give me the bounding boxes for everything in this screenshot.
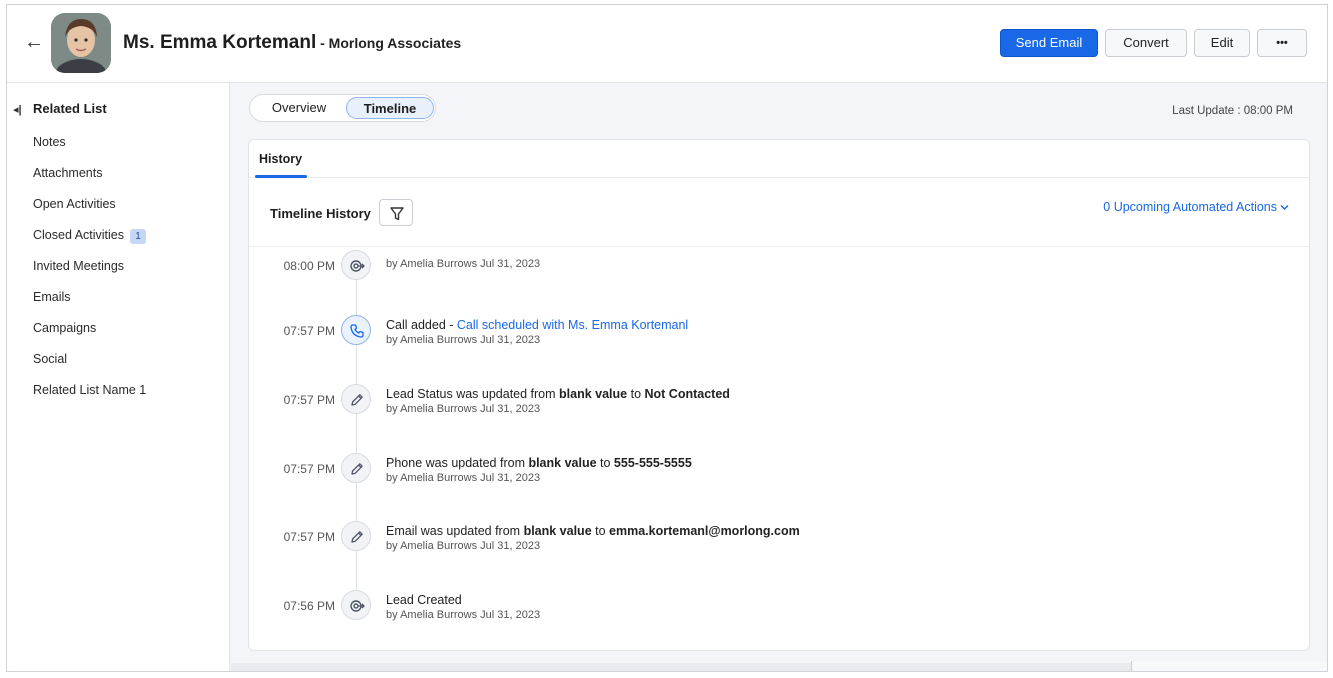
sidebar-item-invited-meetings[interactable]: Invited Meetings [33, 259, 124, 273]
entry-text: to [627, 387, 645, 401]
timeline-entry: 08:00 PM by Amelia Burrows Jul 31, 2023 [249, 250, 1309, 296]
edit-button[interactable]: Edit [1194, 29, 1250, 57]
upcoming-actions-dropdown[interactable]: 0 Upcoming Automated Actions [1103, 200, 1289, 214]
entry-value: blank value [528, 456, 597, 470]
sidebar-item-label: Closed Activities [33, 228, 125, 242]
pencil-icon [341, 521, 371, 551]
phone-icon [341, 315, 371, 345]
filter-icon [390, 207, 404, 221]
view-switcher: Overview Timeline [249, 94, 436, 122]
pencil-icon [341, 453, 371, 483]
entry-author: by Amelia Burrows Jul 31, 2023 [386, 258, 541, 270]
record-name: Ms. Emma Kortemanl [123, 32, 317, 53]
convert-button[interactable]: Convert [1105, 29, 1187, 57]
sidebar-item-label: Campaigns [33, 321, 97, 335]
sidebar-item-campaigns[interactable]: Campaigns [33, 321, 96, 335]
target-icon [341, 250, 371, 280]
sidebar-item-emails[interactable]: Emails [33, 290, 71, 304]
sidebar-item-open-activities[interactable]: Open Activities [33, 197, 116, 211]
entry-time: 07:57 PM [283, 530, 335, 544]
more-actions-button[interactable]: ••• [1257, 29, 1307, 57]
sidebar-item-social[interactable]: Social [33, 352, 67, 366]
company-name: - Morlong Associates [316, 35, 462, 51]
entry-text: Phone was updated from [386, 456, 529, 470]
entry-message: Phone was updated from blank value to 55… [386, 456, 692, 470]
sidebar-item-label: Notes [33, 135, 66, 149]
record-window: ← Ms. Emma Kortemanl - Morlong Associate… [6, 4, 1328, 672]
entry-author: by Amelia Burrows Jul 31, 2023 [386, 472, 541, 484]
entry-time: 07:57 PM [283, 393, 335, 407]
sidebar-item-attachments[interactable]: Attachments [33, 166, 102, 180]
sidebar-item-notes[interactable]: Notes [33, 135, 66, 149]
sidebar-item-label: Attachments [33, 166, 103, 180]
entry-text: Email was updated from [386, 524, 524, 538]
timeline-entry: 07:56 PM Lead Created by Amelia Burrows Ju… [249, 590, 1309, 636]
count-badge: 1 [130, 229, 147, 244]
tab-history[interactable]: History [259, 152, 302, 166]
entry-time: 07:57 PM [283, 324, 335, 338]
timeline-entry: 07:57 PM Email was updated from blank val… [249, 521, 1309, 567]
entry-value: blank value [559, 387, 628, 401]
entry-text: Lead Created [386, 593, 462, 607]
record-header: ← Ms. Emma Kortemanl - Morlong Associate… [7, 5, 1327, 83]
entry-text: to [596, 456, 614, 470]
card-tabs: History [249, 140, 1309, 178]
chevron-down-icon [1280, 200, 1289, 214]
entry-value: blank value [523, 524, 592, 538]
page-title: Ms. Emma Kortemanl - Morlong Associates [123, 32, 461, 54]
entry-message: Lead Created [386, 593, 462, 607]
entry-time: 07:56 PM [283, 599, 335, 613]
pencil-icon [341, 384, 371, 414]
timeline-history-title: Timeline History [270, 206, 371, 221]
timeline-card: History Timeline History 0 Upcoming Auto… [248, 139, 1310, 651]
avatar [51, 13, 111, 73]
divider [249, 246, 1309, 247]
entry-value: Not Contacted [644, 387, 730, 401]
back-arrow-icon[interactable]: ← [21, 29, 47, 55]
entry-author: by Amelia Burrows Jul 31, 2023 [386, 403, 541, 415]
last-update: Last Update : 08:00 PM [1172, 105, 1293, 117]
entry-value: 555-555-5555 [613, 456, 692, 470]
call-link[interactable]: Call scheduled with Ms. Emma Kortemanl [457, 318, 688, 332]
entry-text: Lead Status was updated from [386, 387, 560, 401]
active-tab-indicator [255, 175, 307, 178]
tab-overview[interactable]: Overview [256, 97, 342, 119]
entry-message: Email was updated from blank value to em… [386, 524, 800, 538]
related-list-heading[interactable]: ◂| Related List [13, 101, 107, 116]
sidebar-item-label: Open Activities [33, 197, 116, 211]
sidebar-item-label: Social [33, 352, 68, 366]
entry-text: Call added - [386, 318, 457, 332]
sidebar-item-label: Invited Meetings [33, 259, 125, 273]
timeline-entry: 07:57 PM Call added - Call scheduled with… [249, 315, 1309, 361]
entry-author: by Amelia Burrows Jul 31, 2023 [386, 334, 541, 346]
entry-time: 07:57 PM [283, 462, 335, 476]
entry-time: 08:00 PM [283, 259, 335, 273]
pagination-bar[interactable] [1131, 661, 1327, 671]
sidebar-item-related-list-name-1[interactable]: Related List Name 1 [33, 383, 146, 397]
sidebar-item-closed-activities[interactable]: Closed Activities 1 [33, 228, 147, 244]
sidebar-item-label: Related List Name 1 [33, 383, 147, 397]
timeline-entry: 07:57 PM Phone was updated from blank val… [249, 453, 1309, 499]
tab-timeline[interactable]: Timeline [346, 97, 434, 119]
filter-button[interactable] [379, 199, 413, 226]
entry-message: Call added - Call scheduled with Ms. Emm… [386, 318, 688, 332]
sidebar-item-label: Emails [33, 290, 71, 304]
entry-author: by Amelia Burrows Jul 31, 2023 [386, 540, 541, 552]
entry-message: Lead Status was updated from blank value… [386, 387, 730, 401]
collapse-icon: ◂| [13, 104, 22, 116]
send-email-button[interactable]: Send Email [1000, 29, 1098, 57]
timeline-entry: 07:57 PM Lead Status was updated from bla… [249, 384, 1309, 430]
entry-author: by Amelia Burrows Jul 31, 2023 [386, 609, 541, 621]
entry-text: to [591, 524, 610, 538]
target-icon [341, 590, 371, 620]
entry-value: emma.kortemanl@morlong.com [609, 524, 800, 538]
